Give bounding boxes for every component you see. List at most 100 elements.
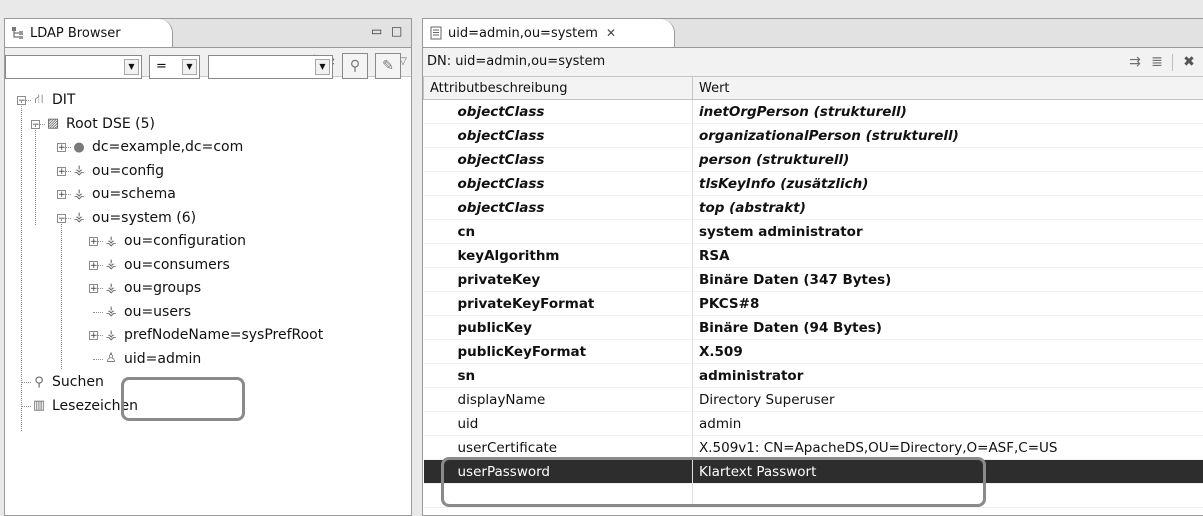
tree-item-label: ou=schema [92,186,176,202]
editor-dn-bar: DN: uid=admin,ou=system ⇉ ≣ ✖ [423,48,1203,77]
tree-item[interactable]: ⚶ ou=schema [71,183,176,205]
tree-item[interactable]: ● dc=example,dc=com [71,136,243,158]
attribute-name-cell[interactable]: objectClass [423,195,693,220]
attribute-value-cell[interactable]: X.509 [692,339,1203,364]
table-row[interactable]: uid admin [423,411,1203,436]
attribute-name-cell[interactable]: objectClass [423,171,693,196]
attribute-table: Attributbeschreibung Wert objectClass ine… [423,76,1203,508]
tree-item[interactable]: ♙ uid=admin [103,348,201,370]
tree-item[interactable]: ⚲ Suchen [31,371,104,393]
tree-item-label: ou=config [92,162,165,179]
tree-item[interactable]: ⚶ ou=configuration [103,230,246,252]
attribute-value-cell[interactable]: tlsKeyInfo (zusätzlich) [692,171,1203,196]
attribute-name-cell[interactable]: displayName [423,387,693,412]
table-row[interactable]: publicKey Binäre Daten (94 Bytes) [423,315,1203,340]
toolbar-separator [1172,54,1173,71]
attribute-value-cell[interactable]: PKCS#8 [692,291,1203,316]
table-row[interactable]: publicKeyFormat X.509 [423,339,1203,364]
tree-item[interactable]: ⚶ prefNodeName=sysPrefRoot [103,324,323,346]
attribute-value-cell[interactable]: inetOrgPerson (strukturell) [692,99,1203,124]
expand-icon[interactable]: + [57,190,66,200]
new-attribute-icon[interactable]: ≣ [1149,54,1165,70]
attribute-value-cell[interactable]: Binäre Daten (347 Bytes) [692,267,1203,292]
attribute-value-cell[interactable]: X.509v1: CN=ApacheDS,OU=Directory,O=ASF,… [692,435,1203,460]
attribute-value-cell[interactable]: person (strukturell) [692,147,1203,172]
table-row[interactable]: objectClass person (strukturell) [423,147,1203,172]
chevron-down-icon[interactable]: ▼ [124,59,139,75]
attribute-name-cell[interactable]: cn [423,219,693,244]
org-unit-icon: ⚶ [105,233,117,249]
attribute-name-cell[interactable]: publicKeyFormat [423,339,693,364]
table-row[interactable]: privateKey Binäre Daten (347 Bytes) [423,267,1203,292]
highlight-box-password [441,457,986,507]
table-row[interactable]: objectClass inetOrgPerson (strukturell) [423,99,1203,124]
tree-item[interactable]: ⛙ DIT [31,89,75,111]
filter-value-combo[interactable]: ▼ [208,55,333,79]
org-unit-icon: ⚶ [73,163,85,178]
tree-item[interactable]: ⚶ ou=config [71,160,164,182]
minimize-button[interactable]: ▭ [371,24,382,38]
chevron-down-icon[interactable]: ▼ [315,59,330,75]
attribute-name-cell[interactable]: objectClass [423,123,693,148]
attribute-value-cell[interactable]: organizationalPerson (strukturell) [692,123,1203,148]
attribute-value-cell[interactable]: top (abstrakt) [692,195,1203,220]
operator-combo-value: = [156,59,167,74]
ldap-browser-tab[interactable]: LDAP Browser [5,19,173,47]
apply-filter-button[interactable]: ⚲ [342,53,368,79]
attribute-name-cell[interactable]: objectClass [423,147,693,172]
clear-filter-button[interactable]: ✎ [375,53,401,79]
attribute-name-cell[interactable]: keyAlgorithm [423,243,693,268]
attribute-value-cell[interactable]: Directory Superuser [692,387,1203,412]
tree-item-label: uid=admin [124,350,202,367]
tree-item-label: ou=users [124,303,191,320]
table-row[interactable]: userCertificate X.509v1: CN=ApacheDS,OU=D… [423,435,1203,460]
chevron-down-icon[interactable]: ▼ [182,59,197,75]
table-row[interactable]: objectClass tlsKeyInfo (zusätzlich) [423,171,1203,196]
tree-item[interactable]: ⚶ ou=system (6) [71,207,196,229]
table-row[interactable]: objectClass organizationalPerson (struktu… [423,123,1203,148]
expand-icon[interactable]: + [89,260,98,270]
table-row[interactable]: displayName Directory Superuser [423,387,1203,412]
attribute-name-cell[interactable]: privateKeyFormat [423,291,693,316]
attribute-value-cell[interactable]: Binäre Daten (94 Bytes) [692,315,1203,340]
tree-item[interactable]: ⚶ ou=groups [103,277,201,299]
entry-editor-tab-label: uid=admin,ou=system [448,25,598,41]
hierarchy-icon: ⚲ [349,58,361,74]
table-row[interactable]: objectClass top (abstrakt) [423,195,1203,220]
tree-item[interactable]: ⚶ ou=users [103,301,191,323]
expand-icon[interactable]: + [89,331,98,341]
expand-icon[interactable]: + [89,284,98,294]
maximize-button[interactable]: □ [391,24,402,38]
close-icon[interactable]: ✕ [606,26,616,40]
column-header-value[interactable]: Wert [692,76,1203,100]
operator-combo[interactable]: = ▼ [149,55,200,79]
org-unit-icon: ⚶ [73,186,85,202]
attribute-combo[interactable]: ▼ [5,55,142,79]
attribute-name-cell[interactable]: userCertificate [423,435,693,460]
attribute-name-cell[interactable]: uid [423,411,693,436]
table-row[interactable]: privateKeyFormat PKCS#8 [423,291,1203,316]
tree-item[interactable]: ⚶ ou=consumers [103,254,229,276]
attribute-name-cell[interactable]: privateKey [423,267,693,292]
table-row[interactable]: sn administrator [423,363,1203,388]
entry-editor-tab[interactable]: uid=admin,ou=system ✕ [423,19,675,47]
attribute-value-cell[interactable]: system administrator [692,219,1203,244]
tree-connector [93,311,103,313]
tree-item[interactable]: ▨ Root DSE (5) [45,113,155,135]
org-unit-icon: ⚶ [105,327,117,343]
attribute-value-cell[interactable]: administrator [692,363,1203,388]
attribute-name-cell[interactable]: sn [423,363,693,388]
attribute-value-cell[interactable]: admin [692,411,1203,436]
table-row[interactable]: keyAlgorithm RSA [423,243,1203,268]
column-header-attribute[interactable]: Attributbeschreibung [423,76,693,100]
expand-icon[interactable]: + [57,143,66,153]
expand-icon[interactable]: + [89,237,98,247]
attribute-name-cell[interactable]: publicKey [423,315,693,340]
attribute-value-cell[interactable]: RSA [692,243,1203,268]
expand-icon[interactable]: + [57,166,66,176]
delete-icon[interactable]: ✖ [1181,54,1197,70]
attribute-name-cell[interactable]: objectClass [423,99,693,124]
table-row[interactable]: cn system administrator [423,219,1203,244]
new-value-icon[interactable]: ⇉ [1127,54,1143,70]
tree-connector [21,382,31,383]
